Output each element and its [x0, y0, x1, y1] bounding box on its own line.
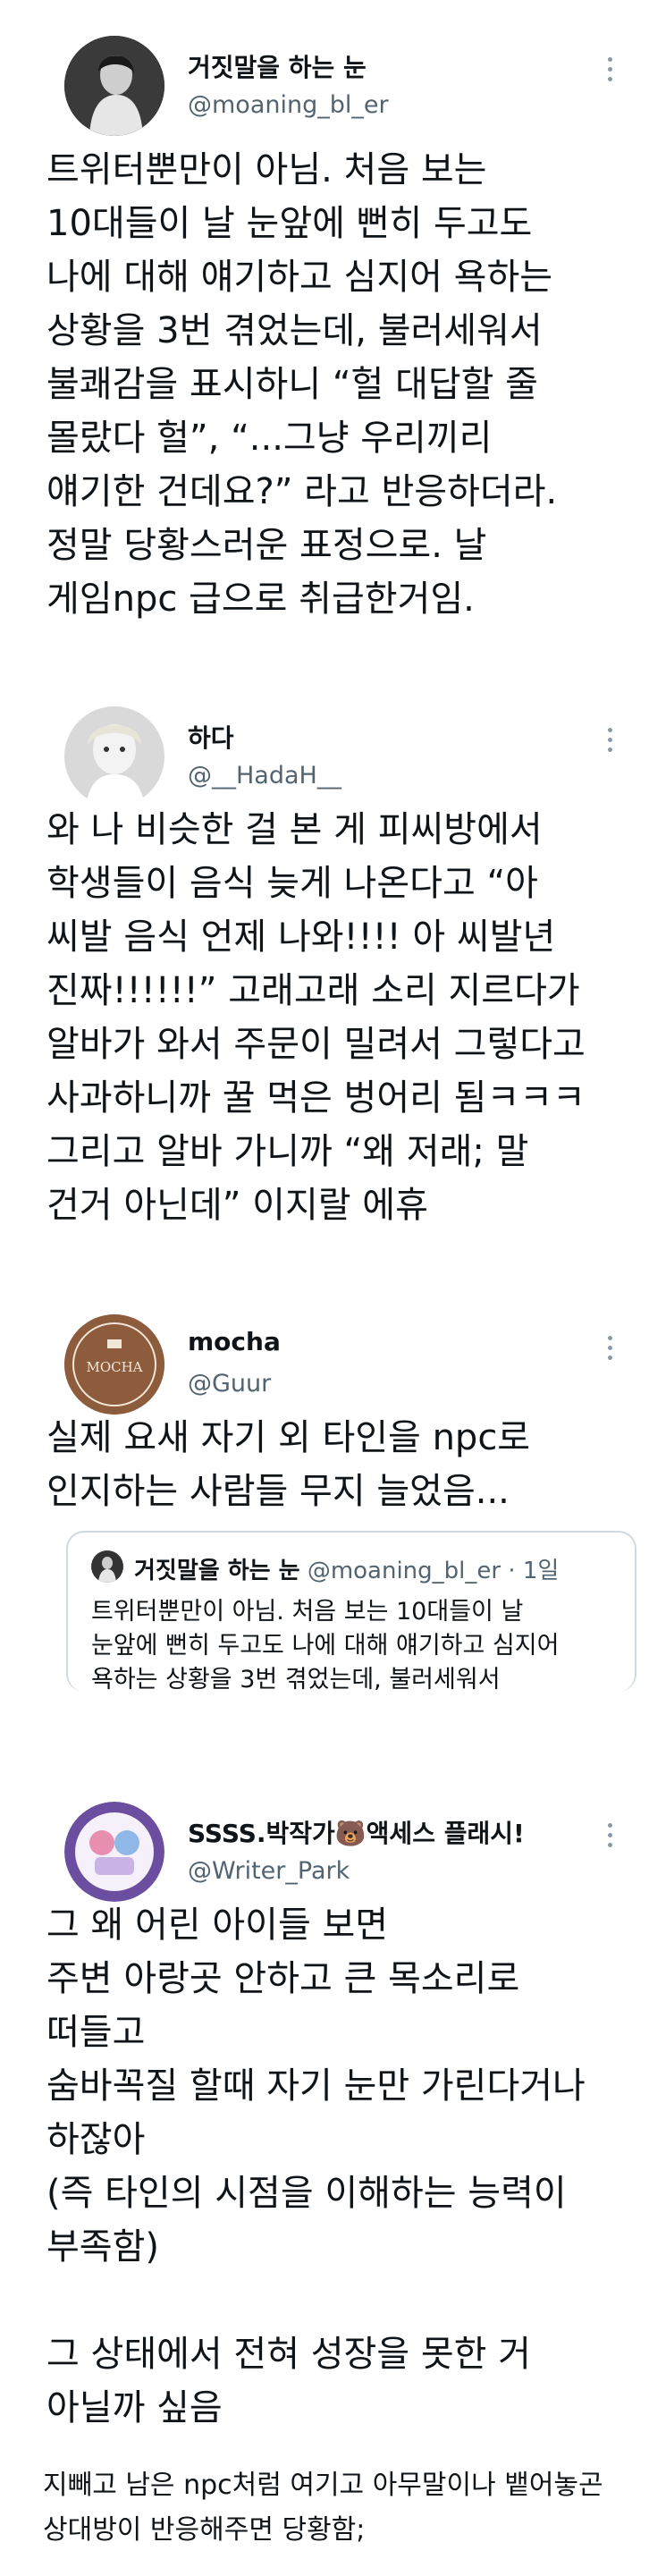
avatar[interactable]: [64, 706, 164, 807]
tweet-line: 건거 아닌데” 이지랄 에휴: [46, 1185, 428, 1226]
avatar[interactable]: [64, 1802, 164, 1902]
tweet-line: 그 왜 어린 아이들 보면: [46, 1905, 389, 1946]
tweet-body: 트위터뿐만이 아님. 처음 보는 10대들이 날 눈앞에 뻔히 두고도 나에 대…: [46, 143, 636, 626]
tweet-line: 학생들이 음식 늦게 나온다고 “아: [46, 863, 538, 904]
user-handle[interactable]: @Guur: [188, 1370, 271, 1398]
display-name[interactable]: SSSS.박작가🐻액세스 플래시!: [188, 1814, 525, 1850]
tweet-line: 몰랐다 헐”, “...그냥 우리끼리: [46, 418, 493, 459]
more-options-icon[interactable]: [608, 57, 615, 87]
caption-line: 상대방이 반응해주면 당황함;: [43, 2514, 366, 2546]
tweet-line: 떠들고: [46, 2012, 146, 2053]
tweet-line: 10대들이 날 눈앞에 뻔히 두고도: [46, 203, 533, 244]
tweet-line: 얘기한 건데요?” 라고 반응하더라.: [46, 471, 558, 512]
user-handle[interactable]: @Writer_Park: [188, 1857, 350, 1885]
quoted-avatar: [91, 1550, 123, 1583]
tweet-line: 그 상태에서 전혀 성장을 못한 거: [46, 2334, 531, 2375]
tweet-line: 씨발 음식 언제 나와!!!! 아 씨발년: [46, 916, 556, 958]
tweet-body: 와 나 비슷한 걸 본 게 피씨방에서 학생들이 음식 늦게 나온다고 “아 씨…: [46, 803, 636, 1232]
tweet-line: 상황을 3번 겪었는데, 불러세워서: [46, 310, 543, 351]
avatar[interactable]: MOCHA: [64, 1314, 164, 1415]
tweet-line: (즉 타인의 시점을 이해하는 능력이: [46, 2173, 567, 2214]
display-name[interactable]: 거짓말을 하는 눈: [188, 48, 367, 84]
user-handle[interactable]: @moaning_bl_er: [188, 91, 389, 119]
tweet-line: 나에 대해 얘기하고 심지어 욕하는: [46, 257, 553, 298]
tweet-line: 인지하는 사람들 무지 늘었음...: [46, 1471, 510, 1512]
tweet-line: 게임npc 급으로 취급한거임.: [46, 579, 475, 620]
tweet-line: 숨바꼭질 할때 자기 눈만 가린다거나: [46, 2065, 586, 2107]
quoted-line: 욕하는 상황을 3번 겪었는데, 불러세워서: [91, 1666, 501, 1692]
quoted-text: 트위터뿐만이 아님. 처음 보는 10대들이 날 눈앞에 뻔히 두고도 나에 대…: [91, 1595, 559, 1692]
mocha-logo-text: MOCHA: [86, 1359, 142, 1375]
display-name[interactable]: mocha: [188, 1327, 281, 1356]
tweet-line: 부족함): [46, 2226, 160, 2268]
avatar[interactable]: [64, 36, 164, 136]
more-options-icon[interactable]: [608, 1336, 615, 1365]
tweet-line: 그리고 알바 가니까 “왜 저래; 말: [46, 1131, 529, 1172]
tweet-line: 정말 당황스러운 표정으로. 날: [46, 525, 487, 566]
tweet-line: [46, 2274, 636, 2327]
caption-line: 지빼고 남은 npc처럼 여기고 아무말이나 뱉어놓곤: [43, 2470, 603, 2501]
tweet-line: 아닐까 싶음: [46, 2387, 223, 2428]
tweet-line: 와 나 비슷한 걸 본 게 피씨방에서: [46, 809, 543, 850]
tweet-line: 알바가 와서 주문이 밀려서 그렇다고: [46, 1024, 586, 1065]
quoted-line: 눈앞에 뻔히 두고도 나에 대해 얘기하고 심지어: [91, 1632, 560, 1660]
tweet-line: 사과하니까 꿀 먹은 벙어리 됨ㅋㅋㅋ: [46, 1077, 586, 1119]
quoted-meta: @moaning_bl_er · 1일: [307, 1558, 560, 1584]
quoted-tweet[interactable]: 거짓말을 하는 눈 @moaning_bl_er · 1일 트위터뿐만이 아님.…: [66, 1531, 636, 1692]
tweet-line: 트위터뿐만이 아님. 처음 보는: [46, 149, 487, 190]
tweet-line: 하잖아: [46, 2119, 146, 2160]
quoted-line: 트위터뿐만이 아님. 처음 보는 10대들이 날: [91, 1598, 524, 1626]
quoted-name: 거짓말을 하는 눈: [134, 1558, 300, 1584]
tweet-body: 그 왜 어린 아이들 보면 주변 아랑곳 안하고 큰 목소리로 떠들고 숨바꼭질…: [46, 1898, 636, 2435]
tweet-body: 실제 요새 자기 외 타인을 npc로 인지하는 사람들 무지 늘었음...: [46, 1411, 636, 1518]
caption: 지빼고 남은 npc처럼 여기고 아무말이나 뱉어놓곤 상대방이 반응해주면 당…: [43, 2463, 603, 2553]
tweet-line: 주변 아랑곳 안하고 큰 목소리로: [46, 1958, 520, 1999]
quoted-header: 거짓말을 하는 눈 @moaning_bl_er · 1일: [134, 1552, 559, 1585]
tweet-line: 진짜!!!!!!” 고래고래 소리 지르다가: [46, 970, 580, 1011]
display-name[interactable]: 하다: [188, 719, 234, 755]
more-options-icon[interactable]: [608, 1823, 615, 1853]
tweet-line: 불쾌감을 표시하니 “헐 대답할 줄: [46, 364, 538, 405]
quoted-tweet-wrap: 거짓말을 하는 눈 @moaning_bl_er · 1일 트위터뿐만이 아님.…: [0, 1531, 649, 1692]
more-options-icon[interactable]: [608, 728, 615, 757]
user-handle[interactable]: @__HadaH__: [188, 762, 341, 790]
tweet-line: 실제 요새 자기 외 타인을 npc로: [46, 1417, 531, 1458]
